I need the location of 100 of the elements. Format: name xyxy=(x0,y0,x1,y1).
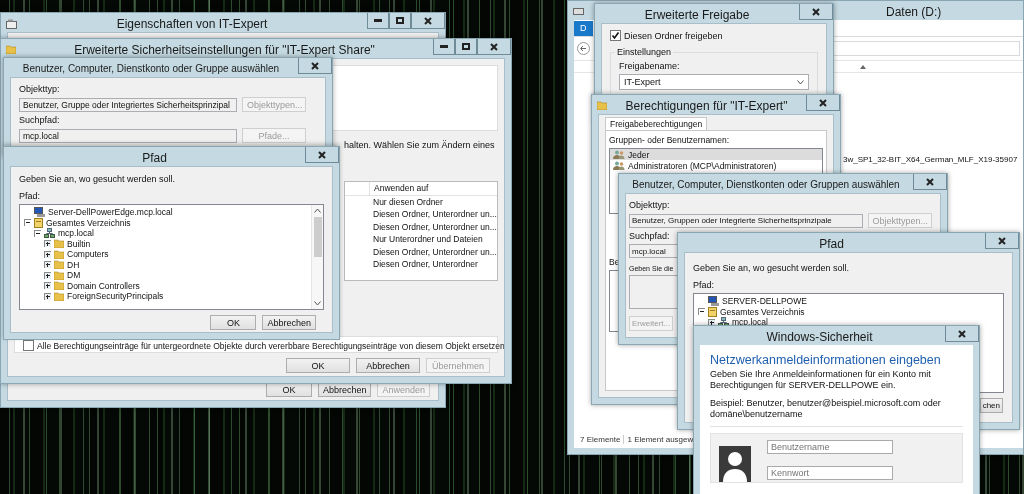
expand-icon[interactable] xyxy=(44,240,51,248)
table-cell-text: Diesen Ordner, Unterordner un... xyxy=(372,246,497,257)
drive-icon xyxy=(6,19,17,29)
close-icon xyxy=(819,98,827,107)
close-button[interactable] xyxy=(305,147,339,163)
group-label: Einstellungen xyxy=(615,47,674,57)
window-title: Berechtigungen für "IT-Expert" xyxy=(624,98,789,113)
example-text: Beispiel: Benutzer, benutzer@beispiel.microsoft.com oder domäne\benutzername xyxy=(710,398,963,427)
checkbox[interactable] xyxy=(23,340,34,351)
field-label: Suchpfad: xyxy=(19,115,60,125)
close-button[interactable] xyxy=(298,58,332,74)
back-icon[interactable] xyxy=(577,42,590,55)
maximize-icon xyxy=(396,17,404,24)
tree-item[interactable]: mcp.local xyxy=(58,228,94,239)
close-button[interactable] xyxy=(477,39,511,55)
cancel-button[interactable]: Abbrechen xyxy=(356,358,420,373)
chevron-down-icon xyxy=(797,79,804,85)
minimize-icon xyxy=(374,19,382,22)
list-item[interactable]: Administratoren (MCP\Administratoren) xyxy=(610,160,822,171)
tree-item[interactable]: DM xyxy=(67,270,81,281)
scrollbar[interactable] xyxy=(311,205,323,309)
close-button[interactable] xyxy=(411,13,445,29)
object-type-field[interactable]: Benutzer, Gruppe oder Integriertes Sicherheitsprinzipal xyxy=(19,97,237,112)
close-icon xyxy=(311,61,319,70)
window-title: Erweiterte Freigabe xyxy=(643,7,751,22)
share-name-dropdown[interactable]: IT-Expert xyxy=(619,74,809,90)
tree-item[interactable]: Gesamtes Verzeichnis xyxy=(720,306,805,317)
field-label: Gruppen- oder Benutzernamen: xyxy=(609,135,730,145)
status-text: 7 Elemente xyxy=(580,435,621,444)
username-field[interactable]: Benutzername xyxy=(767,440,893,454)
tab[interactable]: Freigabeberechtigungen xyxy=(605,117,708,131)
checkbox-label[interactable]: Alle Berechtigungseinträge für untergeordnete Objekte durch vererbbare Berechtigungseinträge von diesem Objekt ersetzen xyxy=(37,340,504,351)
expand-icon[interactable] xyxy=(44,282,51,290)
scroll-up-icon[interactable] xyxy=(314,208,321,213)
description-text: Geben Sie Ihre Anmeldeinformationen für ein Konto mit Berechtigungen für SERVER-DELLPOWE ein. xyxy=(710,369,932,391)
tree-item[interactable]: Computers xyxy=(67,249,109,260)
table-cell-text: Nur Unterordner und Dateien xyxy=(372,234,483,245)
instruction-text: Geben Sie an, wo gesucht werden soll. xyxy=(693,263,850,273)
expand-icon[interactable] xyxy=(44,271,51,279)
collapse-icon[interactable] xyxy=(698,308,705,316)
maximize-icon xyxy=(462,43,470,50)
close-icon xyxy=(424,16,432,25)
table-cell-text: Diesen Ordner, Unterordner un... xyxy=(372,221,497,232)
tree-item[interactable]: Domain Controllers xyxy=(67,280,140,291)
checkbox-label[interactable]: Diesen Ordner freigeben xyxy=(624,30,723,41)
checkbox[interactable] xyxy=(610,30,621,41)
expand-icon[interactable] xyxy=(44,292,51,300)
tree-item[interactable]: ForeignSecurityPrincipals xyxy=(67,291,164,302)
close-icon xyxy=(958,329,966,338)
computer-icon xyxy=(34,207,45,218)
password-field[interactable]: Kennwort xyxy=(767,466,893,480)
maximize-button[interactable] xyxy=(389,13,411,29)
tree-item[interactable]: SERVER-DELLPOWE xyxy=(722,296,807,307)
scroll-down-icon[interactable] xyxy=(314,301,321,306)
instruction-text: Geben Sie an, wo gesucht werden soll. xyxy=(19,174,176,184)
computer-icon xyxy=(708,296,719,307)
network-icon xyxy=(44,228,55,239)
list-item[interactable]: Jeder xyxy=(610,149,822,160)
file-tab[interactable]: D xyxy=(574,21,593,36)
cancel-button[interactable]: chen xyxy=(979,398,1003,413)
expand-icon[interactable] xyxy=(44,250,51,258)
search-path-field[interactable]: mcp.local xyxy=(19,128,237,143)
folder-icon xyxy=(6,45,16,54)
scrollbar-thumb[interactable] xyxy=(313,217,322,257)
dialog-heading: Netzwerkanmeldeinformationen eingeben xyxy=(710,353,942,367)
close-button[interactable] xyxy=(799,4,833,20)
minimize-button[interactable] xyxy=(433,39,455,55)
tree-item[interactable]: Server-DellPowerEdge.mcp.local xyxy=(48,207,173,218)
minimize-icon xyxy=(440,45,448,48)
column-header[interactable]: Anwenden auf xyxy=(370,183,429,194)
close-icon xyxy=(812,7,820,16)
window-title: Pfad xyxy=(141,150,168,165)
file-name[interactable]: 3w_SP1_32-BIT_X64_German_MLF_X19-35907 xyxy=(843,155,1018,164)
close-button[interactable] xyxy=(806,95,840,111)
tree-item[interactable]: Builtin xyxy=(67,238,91,249)
expand-icon[interactable] xyxy=(44,261,51,269)
field-label: Suchpfad: xyxy=(629,231,670,241)
tree-item[interactable]: Gesamtes Verzeichnis xyxy=(46,217,131,228)
minimize-button[interactable] xyxy=(367,13,389,29)
object-type-field[interactable]: Benutzer, Gruppen oder Integrierte Sicherheitsprinzipale xyxy=(629,213,863,228)
ok-button[interactable]: OK xyxy=(286,358,350,373)
close-button[interactable] xyxy=(945,326,979,342)
collapse-icon[interactable] xyxy=(34,229,41,237)
cancel-button[interactable]: Abbrechen xyxy=(262,315,316,330)
sort-arrow-icon[interactable] xyxy=(860,64,866,69)
tree-item[interactable]: DH xyxy=(67,259,80,270)
user-group-icon xyxy=(613,150,625,159)
book-icon xyxy=(708,306,717,317)
field-label: Pfad: xyxy=(693,280,714,290)
close-button[interactable] xyxy=(913,174,947,190)
window-title: Daten (D:) xyxy=(886,4,942,19)
tree-item[interactable]: mcp.local xyxy=(732,317,768,328)
ok-button[interactable]: OK xyxy=(210,315,257,330)
table-cell-text: Nur diesen Ordner xyxy=(372,196,443,207)
field-label: Objekttyp: xyxy=(19,84,60,94)
close-button[interactable] xyxy=(985,233,1019,249)
maximize-button[interactable] xyxy=(455,39,477,55)
collapse-icon[interactable] xyxy=(24,219,31,227)
field-label: Pfad: xyxy=(19,191,40,201)
window-title: Pfad xyxy=(818,236,845,251)
